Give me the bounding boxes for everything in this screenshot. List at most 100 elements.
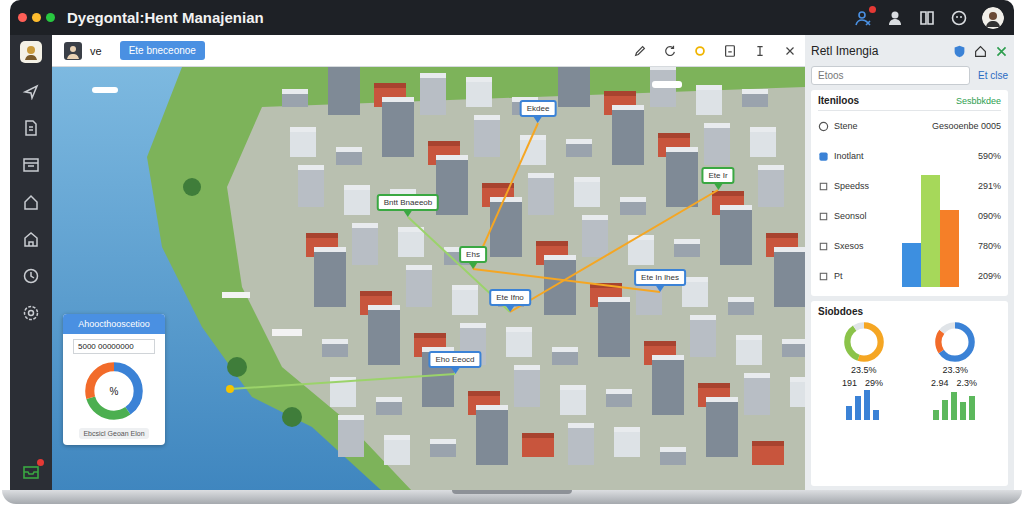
card-field[interactable]: 5000 00000000 (73, 339, 155, 354)
map-pin[interactable]: Eho Eeocd (428, 351, 481, 374)
notification-badge (869, 6, 876, 13)
app-body: veEte bneceonoe Bntt Bnaeeob Ekdee Ehs Ete I… (10, 35, 1014, 490)
toolbar: veEte bneceonoe (52, 35, 805, 67)
navigate-icon[interactable] (22, 82, 40, 100)
map-pin[interactable]: Ehs (459, 246, 487, 269)
stats-header: Iteniloos Sesbbkdee (818, 95, 1001, 111)
map-workspace: veEte bneceonoe Bntt Bnaeeob Ekdee Ehs Ete I… (52, 35, 805, 490)
settings-icon[interactable] (22, 304, 40, 322)
laptop-base (2, 490, 1022, 504)
group-bar (969, 396, 975, 420)
pin-label: Ete In lhes (634, 269, 686, 286)
pin-label: Ete Ir (701, 167, 734, 184)
bar-groups: 191 29% 2.94 2.3% (818, 378, 1001, 481)
square-icon (818, 151, 829, 162)
stat-name: Sxesos (834, 241, 864, 251)
stat-name: Seonsol (834, 211, 867, 221)
search-field[interactable] (811, 66, 970, 85)
logo-icon (20, 41, 42, 63)
pin-stem (656, 286, 664, 292)
laptop-notch (452, 490, 572, 494)
city-map[interactable]: Bntt Bnaeeob Ekdee Ehs Ete Ir Ete In lhes Ete… (52, 67, 805, 490)
donut-svg (82, 359, 146, 423)
sun-icon[interactable] (693, 44, 707, 58)
face-icon[interactable] (950, 9, 968, 27)
sidebar (10, 35, 52, 490)
group-labels: 2.94 2.3% (931, 378, 977, 388)
user-avatar[interactable] (64, 42, 82, 60)
stat-value: 590% (963, 141, 1001, 171)
stats-action[interactable]: Sesbbkdee (956, 96, 1001, 106)
window-dot[interactable] (18, 13, 27, 22)
stat-label: Speedss (818, 171, 898, 201)
building-icon[interactable] (22, 230, 40, 248)
group-label: 191 (842, 378, 857, 388)
donut-chart: % (82, 359, 146, 423)
overlay-card: Ahoocthooscetioo 5000 00000000% Ebcsicl Ge… (63, 314, 165, 445)
chart-bar (940, 210, 959, 287)
panel-title: Retl Imengia (811, 44, 878, 58)
pencil-icon[interactable] (633, 44, 647, 58)
page: Dyegontal:Hent ManajenianveEte bneceonoe… (0, 0, 1024, 512)
stat-name: Speedss (834, 181, 869, 191)
user-avatar[interactable] (982, 7, 1004, 29)
window-dot[interactable] (46, 13, 55, 22)
donut-svg (933, 320, 977, 364)
pin-stem (506, 306, 514, 312)
donut-row: 23.5%23.3% (818, 320, 1001, 375)
pin-stem (714, 184, 722, 190)
map-pin[interactable]: Ete Ifno (489, 289, 531, 312)
pin-label: Eho Eeocd (428, 351, 481, 368)
chart-bar (902, 243, 921, 287)
group-label: 2.3% (957, 378, 978, 388)
app-logo[interactable] (20, 41, 42, 63)
donut-center: % (110, 386, 119, 397)
card-title: Ahoocthooscetioo (63, 314, 165, 334)
box-icon (818, 211, 829, 222)
stat-value: 090% (963, 201, 1001, 231)
title-bar: Dyegontal:Hent Manajenian (10, 0, 1014, 35)
group-label: 2.94 (931, 378, 949, 388)
group-bar (942, 400, 948, 420)
group-bar (855, 396, 861, 420)
stat-value: 209% (963, 261, 1001, 291)
document-icon[interactable] (723, 44, 737, 58)
toolbar-button[interactable]: Ete bneceonoe (120, 41, 205, 60)
map-pin[interactable]: Ete In lhes (634, 269, 686, 292)
map-pin[interactable]: Ekdee (520, 100, 557, 123)
group-bar (933, 410, 939, 420)
group-bars (846, 390, 879, 420)
group-bar (960, 402, 966, 420)
stat-label: Inotlant (818, 141, 898, 171)
shield-icon[interactable] (953, 45, 966, 58)
close-icon[interactable] (783, 44, 797, 58)
close-icon[interactable] (995, 45, 1008, 58)
home-icon[interactable] (22, 193, 40, 211)
clock-icon[interactable] (22, 267, 40, 285)
map-pin[interactable]: Bntt Bnaeeob (377, 194, 439, 217)
person-icon[interactable] (886, 9, 904, 27)
map-pin[interactable]: Ete Ir (701, 167, 734, 190)
group-bar (864, 390, 870, 420)
stat-name: Stene (834, 121, 858, 131)
stats-title: Iteniloos (818, 95, 859, 106)
stats-grid: SteneGesooenbe 0005Inotlant590%Speedss29… (818, 111, 1001, 291)
stat-value: 291% (963, 171, 1001, 201)
user-alert-button[interactable] (854, 9, 872, 27)
window-dot[interactable] (32, 13, 41, 22)
card-footer[interactable]: Ebcsicl Geoan Elon (79, 428, 148, 439)
home-icon[interactable] (974, 45, 987, 58)
box-icon (818, 271, 829, 282)
box-icon (818, 181, 829, 192)
window-icon[interactable] (22, 156, 40, 174)
inbox-button[interactable] (22, 462, 40, 480)
clear-link[interactable]: Et clse (978, 70, 1008, 81)
summary-card: Siobdoes23.5%23.3%19129%2.942.3% (811, 301, 1008, 486)
document-icon[interactable] (22, 119, 40, 137)
book-icon[interactable] (918, 9, 936, 27)
share-icon[interactable] (753, 44, 767, 58)
group-label: 29% (865, 378, 883, 388)
pin-label: Ete Ifno (489, 289, 531, 306)
panel-header: Retl Imengia (811, 41, 1008, 61)
refresh-icon[interactable] (663, 44, 677, 58)
